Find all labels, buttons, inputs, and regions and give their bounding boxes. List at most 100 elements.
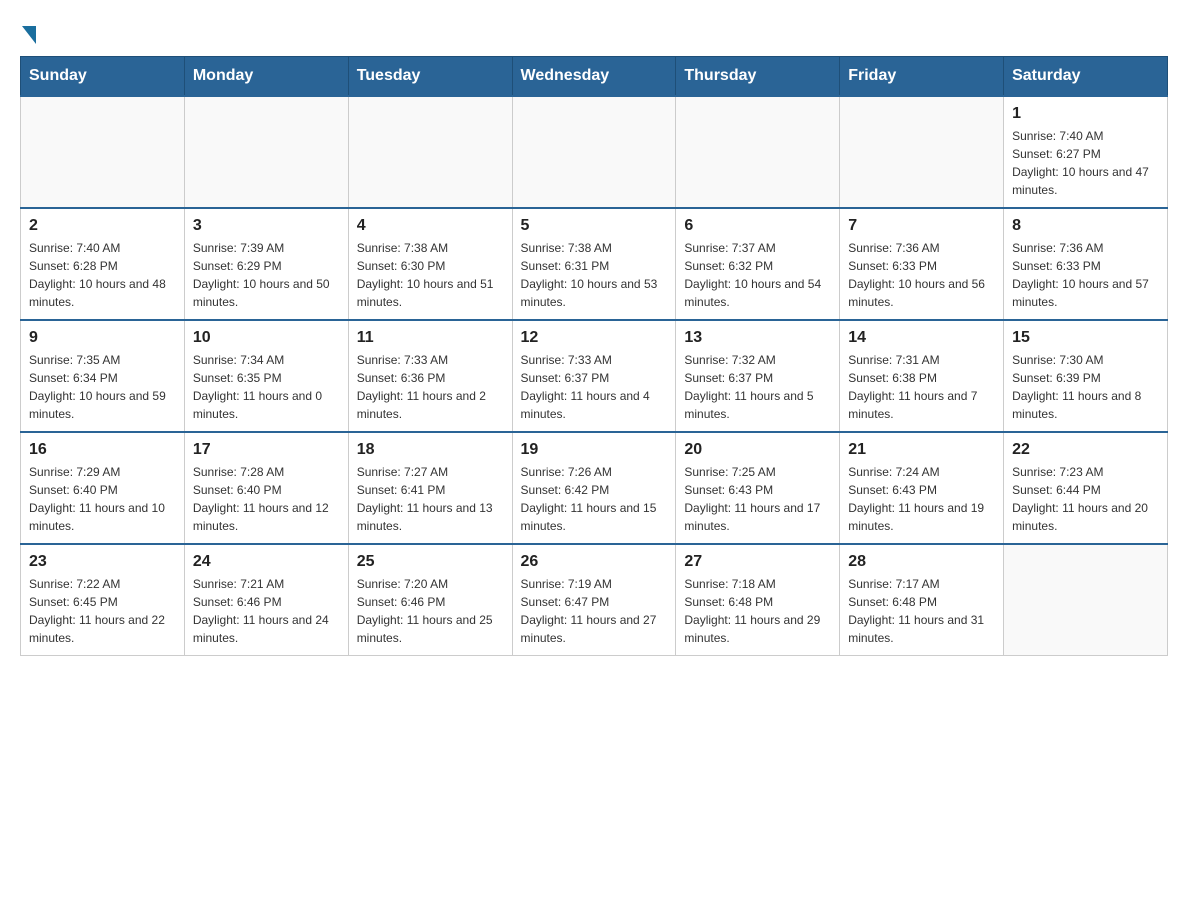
day-info: Sunrise: 7:28 AMSunset: 6:40 PMDaylight:… xyxy=(193,463,340,535)
day-info: Sunrise: 7:36 AMSunset: 6:33 PMDaylight:… xyxy=(848,239,995,311)
calendar-week-row: 23 Sunrise: 7:22 AMSunset: 6:45 PMDayligh… xyxy=(21,544,1168,656)
day-number: 27 xyxy=(684,553,831,571)
day-info: Sunrise: 7:40 AMSunset: 6:28 PMDaylight:… xyxy=(29,239,176,311)
day-number: 16 xyxy=(29,441,176,459)
calendar-header-monday: Monday xyxy=(184,57,348,97)
calendar-cell xyxy=(512,96,676,208)
day-info: Sunrise: 7:26 AMSunset: 6:42 PMDaylight:… xyxy=(521,463,668,535)
calendar-cell: 12 Sunrise: 7:33 AMSunset: 6:37 PMDayligh… xyxy=(512,320,676,432)
calendar-cell: 8 Sunrise: 7:36 AMSunset: 6:33 PMDaylight… xyxy=(1004,208,1168,320)
calendar-header-thursday: Thursday xyxy=(676,57,840,97)
calendar-cell: 1 Sunrise: 7:40 AMSunset: 6:27 PMDaylight… xyxy=(1004,96,1168,208)
day-number: 28 xyxy=(848,553,995,571)
day-info: Sunrise: 7:29 AMSunset: 6:40 PMDaylight:… xyxy=(29,463,176,535)
day-number: 3 xyxy=(193,217,340,235)
day-number: 19 xyxy=(521,441,668,459)
calendar-cell: 26Sunrise: 7:19 AMSunset: 6:47 PMDayligh… xyxy=(512,544,676,656)
calendar-cell: 9 Sunrise: 7:35 AMSunset: 6:34 PMDaylight… xyxy=(21,320,185,432)
calendar-cell: 16 Sunrise: 7:29 AMSunset: 6:40 PMDayligh… xyxy=(21,432,185,544)
calendar-week-row: 1 Sunrise: 7:40 AMSunset: 6:27 PMDaylight… xyxy=(21,96,1168,208)
day-number: 6 xyxy=(684,217,831,235)
day-info: Sunrise: 7:33 AMSunset: 6:36 PMDaylight:… xyxy=(357,351,504,423)
day-info: Sunrise: 7:17 AMSunset: 6:48 PMDaylight:… xyxy=(848,575,995,647)
day-info: Sunrise: 7:35 AMSunset: 6:34 PMDaylight:… xyxy=(29,351,176,423)
calendar-cell: 14 Sunrise: 7:31 AMSunset: 6:38 PMDayligh… xyxy=(840,320,1004,432)
day-number: 21 xyxy=(848,441,995,459)
day-number: 26 xyxy=(521,553,668,571)
calendar-header-friday: Friday xyxy=(840,57,1004,97)
calendar-header-tuesday: Tuesday xyxy=(348,57,512,97)
day-number: 25 xyxy=(357,553,504,571)
day-number: 23 xyxy=(29,553,176,571)
logo-arrow-icon xyxy=(22,26,36,44)
day-number: 12 xyxy=(521,329,668,347)
calendar-cell: 24 Sunrise: 7:21 AMSunset: 6:46 PMDayligh… xyxy=(184,544,348,656)
day-number: 2 xyxy=(29,217,176,235)
calendar-cell: 2 Sunrise: 7:40 AMSunset: 6:28 PMDaylight… xyxy=(21,208,185,320)
calendar-cell: 23 Sunrise: 7:22 AMSunset: 6:45 PMDayligh… xyxy=(21,544,185,656)
calendar-week-row: 16 Sunrise: 7:29 AMSunset: 6:40 PMDayligh… xyxy=(21,432,1168,544)
calendar-header-sunday: Sunday xyxy=(21,57,185,97)
calendar-cell xyxy=(840,96,1004,208)
calendar-cell: 11 Sunrise: 7:33 AMSunset: 6:36 PMDayligh… xyxy=(348,320,512,432)
calendar-cell xyxy=(21,96,185,208)
calendar-cell: 13Sunrise: 7:32 AMSunset: 6:37 PMDayligh… xyxy=(676,320,840,432)
calendar-cell: 21 Sunrise: 7:24 AMSunset: 6:43 PMDayligh… xyxy=(840,432,1004,544)
calendar-cell: 15Sunrise: 7:30 AMSunset: 6:39 PMDayligh… xyxy=(1004,320,1168,432)
day-number: 9 xyxy=(29,329,176,347)
calendar-cell: 25Sunrise: 7:20 AMSunset: 6:46 PMDayligh… xyxy=(348,544,512,656)
day-info: Sunrise: 7:24 AMSunset: 6:43 PMDaylight:… xyxy=(848,463,995,535)
day-number: 1 xyxy=(1012,105,1159,123)
calendar-cell xyxy=(184,96,348,208)
day-info: Sunrise: 7:27 AMSunset: 6:41 PMDaylight:… xyxy=(357,463,504,535)
day-number: 24 xyxy=(193,553,340,571)
calendar-cell: 20 Sunrise: 7:25 AMSunset: 6:43 PMDayligh… xyxy=(676,432,840,544)
day-number: 11 xyxy=(357,329,504,347)
calendar-table: SundayMondayTuesdayWednesdayThursdayFrid… xyxy=(20,56,1168,656)
calendar-week-row: 9 Sunrise: 7:35 AMSunset: 6:34 PMDaylight… xyxy=(21,320,1168,432)
page-header xyxy=(20,20,1168,40)
day-info: Sunrise: 7:21 AMSunset: 6:46 PMDaylight:… xyxy=(193,575,340,647)
day-info: Sunrise: 7:18 AMSunset: 6:48 PMDaylight:… xyxy=(684,575,831,647)
calendar-header-wednesday: Wednesday xyxy=(512,57,676,97)
calendar-cell: 19 Sunrise: 7:26 AMSunset: 6:42 PMDayligh… xyxy=(512,432,676,544)
calendar-cell: 28 Sunrise: 7:17 AMSunset: 6:48 PMDayligh… xyxy=(840,544,1004,656)
day-info: Sunrise: 7:37 AMSunset: 6:32 PMDaylight:… xyxy=(684,239,831,311)
calendar-cell: 27 Sunrise: 7:18 AMSunset: 6:48 PMDayligh… xyxy=(676,544,840,656)
calendar-cell: 4 Sunrise: 7:38 AMSunset: 6:30 PMDaylight… xyxy=(348,208,512,320)
day-number: 15 xyxy=(1012,329,1159,347)
calendar-header-row: SundayMondayTuesdayWednesdayThursdayFrid… xyxy=(21,57,1168,97)
calendar-cell: 17 Sunrise: 7:28 AMSunset: 6:40 PMDayligh… xyxy=(184,432,348,544)
day-number: 8 xyxy=(1012,217,1159,235)
calendar-cell xyxy=(676,96,840,208)
calendar-cell: 6 Sunrise: 7:37 AMSunset: 6:32 PMDaylight… xyxy=(676,208,840,320)
day-info: Sunrise: 7:33 AMSunset: 6:37 PMDaylight:… xyxy=(521,351,668,423)
day-info: Sunrise: 7:38 AMSunset: 6:30 PMDaylight:… xyxy=(357,239,504,311)
day-number: 22 xyxy=(1012,441,1159,459)
calendar-cell xyxy=(1004,544,1168,656)
day-number: 7 xyxy=(848,217,995,235)
day-info: Sunrise: 7:38 AMSunset: 6:31 PMDaylight:… xyxy=(521,239,668,311)
day-info: Sunrise: 7:36 AMSunset: 6:33 PMDaylight:… xyxy=(1012,239,1159,311)
day-number: 20 xyxy=(684,441,831,459)
calendar-header-saturday: Saturday xyxy=(1004,57,1168,97)
day-number: 13 xyxy=(684,329,831,347)
logo xyxy=(20,20,36,40)
calendar-cell xyxy=(348,96,512,208)
calendar-cell: 3 Sunrise: 7:39 AMSunset: 6:29 PMDaylight… xyxy=(184,208,348,320)
day-number: 17 xyxy=(193,441,340,459)
day-info: Sunrise: 7:40 AMSunset: 6:27 PMDaylight:… xyxy=(1012,127,1159,199)
day-number: 14 xyxy=(848,329,995,347)
day-number: 10 xyxy=(193,329,340,347)
day-number: 4 xyxy=(357,217,504,235)
calendar-cell: 10 Sunrise: 7:34 AMSunset: 6:35 PMDayligh… xyxy=(184,320,348,432)
day-info: Sunrise: 7:34 AMSunset: 6:35 PMDaylight:… xyxy=(193,351,340,423)
day-info: Sunrise: 7:23 AMSunset: 6:44 PMDaylight:… xyxy=(1012,463,1159,535)
calendar-cell: 7 Sunrise: 7:36 AMSunset: 6:33 PMDaylight… xyxy=(840,208,1004,320)
day-info: Sunrise: 7:31 AMSunset: 6:38 PMDaylight:… xyxy=(848,351,995,423)
day-info: Sunrise: 7:22 AMSunset: 6:45 PMDaylight:… xyxy=(29,575,176,647)
day-info: Sunrise: 7:25 AMSunset: 6:43 PMDaylight:… xyxy=(684,463,831,535)
day-number: 5 xyxy=(521,217,668,235)
day-info: Sunrise: 7:39 AMSunset: 6:29 PMDaylight:… xyxy=(193,239,340,311)
calendar-cell: 18Sunrise: 7:27 AMSunset: 6:41 PMDayligh… xyxy=(348,432,512,544)
